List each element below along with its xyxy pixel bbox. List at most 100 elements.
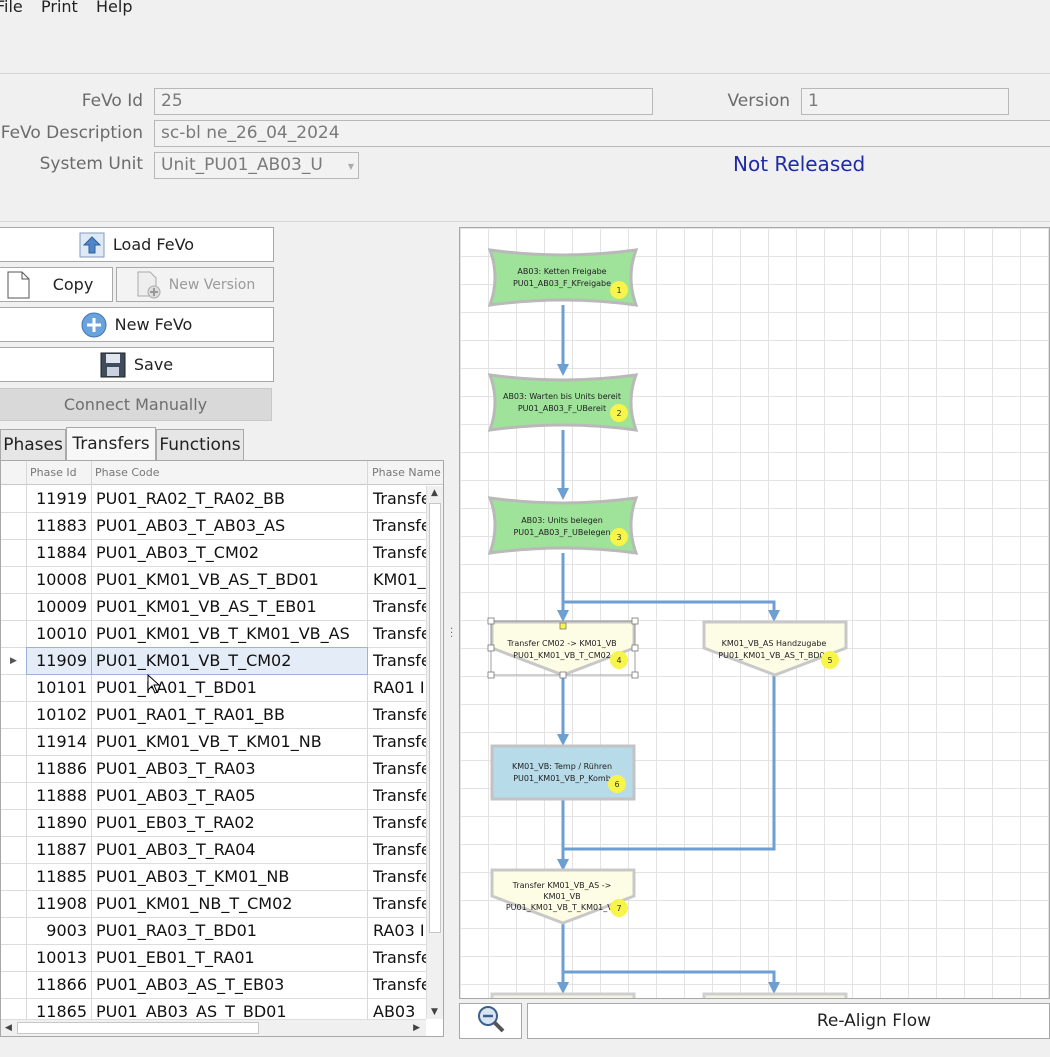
mouse-cursor-icon	[147, 674, 161, 694]
zoom-out-button[interactable]	[459, 1003, 522, 1039]
vertical-scrollbar[interactable]: ▲ ▼	[426, 486, 443, 1019]
table-row[interactable]: 10009 PU01_KM01_VB_AS_T_EB01 Transfer	[1, 594, 426, 621]
flow-node-5-title: KM01_VB_AS Handzugabe	[722, 639, 827, 648]
phase-name-cell: Transfer	[373, 516, 426, 535]
flow-node-5-code: PU01_KM01_VB_AS_T_BD01	[718, 651, 829, 660]
table-row[interactable]: 10013 PU01_EB01_T_RA01 Transfer	[1, 945, 426, 972]
flow-node-2-title: AB03: Warten bis Units bereit	[503, 392, 621, 401]
flow-node-3-badge: 3	[616, 533, 621, 542]
splitter-handle[interactable]: · · ·	[450, 625, 453, 643]
phase-id-cell: 10009	[36, 597, 87, 616]
table-row[interactable]: 10101 PU01_RA01_T_BD01 RA01 I	[1, 675, 426, 702]
phase-id-cell: 11914	[36, 732, 87, 751]
phase-code-cell: PU01_AB03_T_RA04	[96, 840, 256, 859]
phase-name-cell: Transfer	[373, 840, 426, 859]
table-row[interactable]: ▶ 11909PU01_KM01_VB_T_CM02 Transfer	[1, 647, 426, 675]
flow-node-4-badge: 4	[616, 656, 621, 665]
table-row[interactable]: 9003 PU01_RA03_T_BD01 RA03 I	[1, 918, 426, 945]
copy-button[interactable]: Copy	[0, 267, 113, 302]
copy-icon	[5, 270, 31, 300]
flow-node-7[interactable]: Transfer KM01_VB_AS -> KM01_VB PU01_KM01…	[490, 868, 636, 925]
phase-id-cell: 10010	[36, 624, 87, 643]
tab-functions[interactable]: Functions	[156, 429, 244, 460]
system-unit-label: System Unit	[39, 154, 143, 174]
table-row[interactable]: 11914 PU01_KM01_VB_T_KM01_NB Transfer	[1, 729, 426, 756]
phase-name-cell: KM01_	[373, 570, 426, 589]
fevo-description-field[interactable]: sc-bl ne_26_04_2024	[154, 120, 1050, 147]
save-button[interactable]: Save	[0, 347, 274, 382]
flow-node-3-title: AB03: Units belegen	[521, 516, 603, 525]
phase-code-cell: PU01_EB03_T_RA02	[96, 813, 255, 832]
table-row[interactable]: 11866 PU01_AB03_AS_T_EB03 Transfer	[1, 972, 426, 999]
table-row[interactable]: 11887 PU01_AB03_T_RA04 Transfer	[1, 837, 426, 864]
table-row[interactable]: 10102 PU01_RA01_T_RA01_BB Transfer	[1, 702, 426, 729]
phase-name-cell: Transfer	[373, 732, 426, 751]
new-version-button[interactable]: New Version	[116, 267, 274, 302]
scroll-left-icon[interactable]: ◀	[5, 1023, 12, 1033]
connect-manually-button[interactable]: Connect Manually	[0, 388, 272, 421]
column-phase-code[interactable]: Phase Code	[95, 466, 160, 479]
chevron-down-icon: ▼	[347, 162, 354, 171]
phase-code-cell: PU01_AB03_T_KM01_NB	[96, 867, 290, 886]
version-field[interactable]: 1	[801, 88, 1009, 115]
flow-node-1[interactable]: AB03: Ketten Freigabe PU01_AB03_F_KFreig…	[487, 248, 639, 307]
flow-node-5[interactable]: KM01_VB_AS Handzugabe PU01_KM01_VB_AS_T_…	[702, 620, 848, 677]
grid-header: Phase Id Phase Code Phase Name	[1, 461, 443, 485]
table-row[interactable]: 11890 PU01_EB03_T_RA02 Transfer	[1, 810, 426, 837]
flow-node-3[interactable]: AB03: Units belegen PU01_AB03_F_UBelegen…	[487, 496, 639, 555]
flow-node-6[interactable]: KM01_VB: Temp / Rühren PU01_KM01_VB_P_Ko…	[490, 744, 636, 801]
column-phase-name[interactable]: Phase Name	[372, 466, 441, 479]
version-label: Version	[727, 91, 790, 111]
phase-code-cell: PU01_KM01_VB_T_KM01_NB	[96, 732, 322, 751]
phase-id-cell: 11887	[36, 840, 87, 859]
table-row[interactable]: 11886 PU01_AB03_T_RA03 Transfer	[1, 756, 426, 783]
tab-transfers[interactable]: Transfers	[66, 427, 156, 460]
phase-code-cell: PU01_KM01_VB_AS_T_EB01	[96, 597, 317, 616]
phase-name-cell: Transfer	[373, 705, 426, 724]
new-version-label: New Version	[168, 276, 256, 293]
flow-node-1-code: PU01_AB03_F_KFreigabe	[513, 279, 611, 288]
phase-id-cell: 10101	[36, 678, 87, 697]
flow-node-5-badge: 5	[827, 656, 832, 665]
table-row[interactable]: 11888 PU01_AB03_T_RA05 Transfer	[1, 783, 426, 810]
phase-id-cell: 11885	[36, 867, 87, 886]
fevo-id-field[interactable]: 25	[154, 88, 653, 115]
flow-node-6-badge: 6	[614, 780, 619, 789]
phase-id-cell: 11919	[36, 489, 87, 508]
new-fevo-button[interactable]: New FeVo	[0, 307, 274, 342]
menu-print[interactable]: Print	[41, 0, 78, 16]
phase-name-cell: Transfer	[373, 786, 426, 805]
copy-label: Copy	[52, 275, 94, 294]
save-icon	[100, 352, 126, 378]
table-row[interactable]: 11885 PU01_AB03_T_KM01_NB Transfer	[1, 864, 426, 891]
phase-id-cell: 11908	[36, 894, 87, 913]
flow-node-2[interactable]: AB03: Warten bis Units bereit PU01_AB03_…	[487, 373, 639, 432]
table-row[interactable]: 11908 PU01_KM01_NB_T_CM02 Transfer	[1, 891, 426, 918]
tab-phases[interactable]: Phases	[0, 429, 66, 460]
system-unit-combo[interactable]: Unit_PU01_AB03_U ▼	[154, 152, 359, 179]
horizontal-scroll-thumb[interactable]	[17, 1022, 259, 1034]
table-row[interactable]: 11883 PU01_AB03_T_AB03_AS Transfer	[1, 513, 426, 540]
table-row[interactable]: 10008 PU01_KM01_VB_AS_T_BD01 KM01_	[1, 567, 426, 594]
scroll-down-icon[interactable]: ▼	[431, 1007, 438, 1017]
menu-file[interactable]: File	[0, 0, 23, 16]
load-fevo-button[interactable]: Load FeVo	[0, 227, 274, 262]
table-row[interactable]: 10010 PU01_KM01_VB_T_KM01_VB_AS Transfer	[1, 621, 426, 648]
table-row[interactable]: 11884 PU01_AB03_T_CM02 Transfer	[1, 540, 426, 567]
phase-name-cell: Transfer	[373, 894, 426, 913]
scroll-up-icon[interactable]: ▲	[431, 488, 438, 498]
horizontal-scrollbar[interactable]: ◀ ▶	[1, 1019, 426, 1036]
save-label: Save	[133, 355, 174, 374]
flow-node-4[interactable]: Transfer CM02 -> KM01_VB PU01_KM01_VB_T_…	[487, 617, 639, 679]
column-phase-id[interactable]: Phase Id	[30, 466, 77, 479]
menu-help[interactable]: Help	[96, 0, 132, 16]
table-row[interactable]: 11919 PU01_RA02_T_RA02_BB Transfer	[1, 486, 426, 513]
vertical-scroll-thumb[interactable]	[429, 503, 441, 933]
flow-canvas[interactable]: AB03: Ketten Freigabe PU01_AB03_F_KFreig…	[459, 227, 1050, 999]
flow-node-partial-left	[490, 992, 636, 998]
phase-name-cell: Transfer	[373, 867, 426, 886]
realign-flow-button[interactable]: Re-Align Flow	[527, 1003, 1050, 1039]
scroll-right-icon[interactable]: ▶	[413, 1023, 420, 1033]
fevo-description-label: FeVo Description	[0, 123, 143, 143]
flow-node-2-code: PU01_AB03_F_UBereit	[518, 404, 606, 413]
